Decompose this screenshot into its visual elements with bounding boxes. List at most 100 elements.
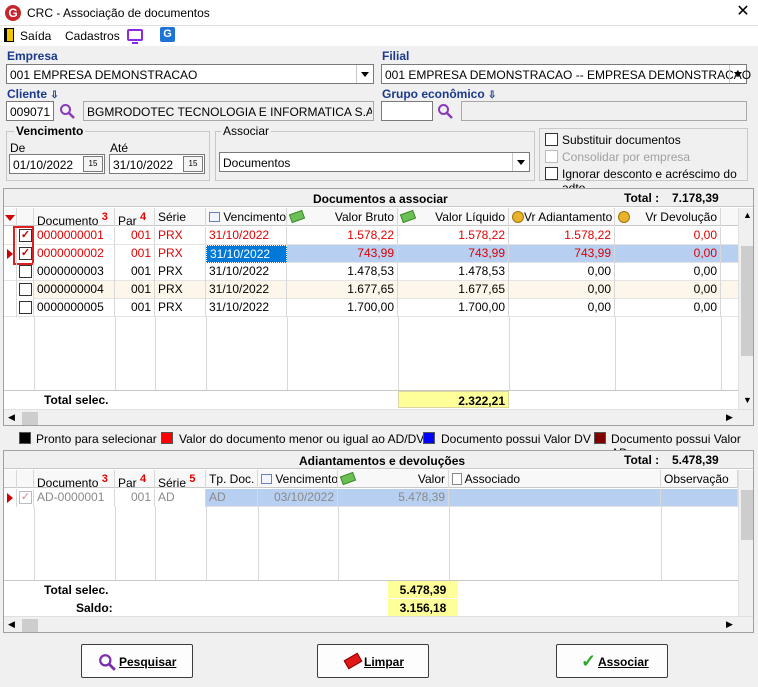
chevron-down-icon[interactable] (512, 153, 529, 171)
scroll-down-icon[interactable]: ▼ (743, 395, 752, 405)
select-cell (17, 263, 34, 281)
scroll-thumb[interactable] (741, 490, 753, 540)
sort-indicator: 3 (101, 473, 108, 485)
cell-par: 001 (115, 263, 155, 281)
cliente-code-input[interactable]: 009071 (6, 101, 54, 121)
documents-grid-footer: Total selec. 2.322,21 (4, 390, 738, 408)
col-vencimento[interactable]: Vencimento (258, 470, 338, 488)
advances-footer-saldo-label: Saldo: (76, 601, 113, 615)
col-serie[interactable]: Série 5 (155, 470, 206, 488)
search-icon[interactable] (437, 103, 453, 119)
advances-vscrollbar[interactable] (738, 470, 753, 616)
col-valor[interactable]: Valor (338, 470, 449, 488)
table-row[interactable]: 0000000004 001 PRX 31/10/2022 1.677,65 1… (4, 281, 738, 299)
col-tpdoc[interactable]: Tp. Doc. (206, 470, 258, 488)
cell-documento: 0000000004 (34, 281, 115, 299)
cliente-code-value: 009071 (10, 105, 51, 119)
consolidar-checkbox (545, 150, 558, 163)
cell-valor-bruto: 1.700,00 (287, 299, 398, 317)
col-documento[interactable]: Documento 3 (34, 208, 115, 226)
filial-combo[interactable]: 001 EMPRESA DEMONSTRACAO -- EMPRESA DEMO… (381, 64, 751, 84)
col-vencimento[interactable]: Vencimento (206, 208, 287, 226)
calendar-icon[interactable]: 15 (83, 156, 103, 172)
table-row[interactable]: ✓ 0000000001 001 PRX 31/10/2022 1.578,22… (4, 227, 738, 245)
search-icon[interactable] (59, 103, 75, 119)
advances-grid-header: Documento 3 Par 4 Série 5 Tp. Doc. Venci… (4, 470, 753, 488)
cell-valor-liquido: 1.478,53 (398, 263, 509, 281)
documents-vscrollbar[interactable]: ▲ ▼ (738, 208, 753, 409)
scroll-thumb[interactable] (741, 246, 753, 356)
coins-icon (512, 211, 524, 223)
empresa-combo[interactable]: 001 EMPRESA DEMONSTRACAO (6, 64, 374, 84)
clear-button-label: Limpar (364, 655, 405, 669)
row-checkbox[interactable]: ✓ (19, 491, 32, 504)
documents-hscrollbar[interactable]: ◀ ▶ (4, 409, 753, 425)
advances-hscrollbar[interactable]: ◀ ▶ (4, 616, 753, 632)
col-par[interactable]: Par 4 (115, 208, 155, 226)
grid-empty-area (4, 507, 738, 580)
scroll-left-icon[interactable]: ◀ (8, 412, 15, 423)
row-indicator (4, 299, 17, 317)
menu-registers[interactable]: Cadastros (65, 29, 120, 43)
cell-valor-bruto: 1.578,22 (287, 227, 398, 245)
col-associado[interactable]: Associado (449, 470, 661, 488)
chevron-down-icon[interactable] (729, 65, 746, 83)
associate-button[interactable]: ✓ Associar (556, 644, 668, 678)
filial-label: Filial (382, 49, 410, 63)
col-vr-adiantamento[interactable]: Vr Adiantamento (509, 208, 615, 226)
table-row-selected[interactable]: ✓ AD-0000001 001 AD AD 03/10/2022 5.478,… (4, 489, 738, 507)
scroll-left-icon[interactable]: ◀ (8, 619, 15, 630)
scroll-up-icon[interactable]: ▲ (743, 210, 752, 220)
advances-grid-footer: Total selec. 5.478,39 Saldo: 3.156,18 (4, 580, 738, 616)
exit-door-icon[interactable] (4, 28, 14, 42)
sort-indicator: 4 (140, 473, 147, 485)
cliente-label: Cliente ⇩ (7, 87, 59, 101)
scroll-thumb[interactable] (22, 619, 38, 632)
close-icon[interactable]: ✕ (733, 2, 753, 22)
money-icon (399, 209, 417, 224)
scroll-right-icon[interactable]: ▶ (726, 412, 733, 423)
col-documento[interactable]: Documento 3 (34, 470, 115, 488)
cell-vr-adiantamento: 1.578,22 (509, 227, 615, 245)
filter-arrow-icon[interactable] (5, 215, 15, 221)
monitor-icon[interactable] (127, 29, 143, 44)
cell-vr-devolucao: 0,00 (615, 299, 721, 317)
table-row[interactable]: 0000000005 001 PRX 31/10/2022 1.700,00 1… (4, 299, 738, 317)
col-vr-devolucao[interactable]: Vr Devolução (615, 208, 721, 226)
col-valor-liquido[interactable]: Valor Líquido (398, 208, 509, 226)
search-button[interactable]: Pesquisar (81, 644, 193, 678)
scroll-right-icon[interactable]: ▶ (726, 619, 733, 630)
cell-observacao (661, 489, 738, 507)
col-valor-bruto[interactable]: Valor Bruto (287, 208, 398, 226)
row-checkbox[interactable] (19, 283, 32, 296)
g-logo-icon[interactable]: G (160, 27, 175, 42)
cell-valor-liquido: 1.700,00 (398, 299, 509, 317)
calendar-icon[interactable]: 15 (183, 156, 203, 172)
associar-combo[interactable]: Documentos (219, 152, 530, 172)
cell-serie: AD (155, 489, 206, 507)
ignorar-checkbox[interactable] (545, 167, 558, 180)
clear-button[interactable]: Limpar (317, 644, 429, 678)
table-row-selected[interactable]: ✓ 0000000002 001 PRX 31/10/2022 743,99 7… (4, 245, 738, 263)
grupo-code-input[interactable] (381, 101, 433, 121)
col-observacao[interactable]: Observação (661, 470, 738, 488)
cell-serie: PRX (155, 299, 206, 317)
cell-vr-adiantamento: 0,00 (509, 263, 615, 281)
col-par[interactable]: Par 4 (115, 470, 155, 488)
chevron-down-icon[interactable] (356, 65, 373, 83)
cell-vencimento-focused[interactable]: 31/10/2022 (206, 245, 287, 263)
documents-total-value: 7.178,39 (672, 191, 719, 205)
cell-vr-adiantamento: 0,00 (509, 281, 615, 299)
menu-exit[interactable]: Saída (20, 29, 51, 43)
col-serie[interactable]: Série (155, 208, 206, 226)
row-checkbox[interactable] (19, 265, 32, 278)
money-icon (288, 209, 306, 224)
scroll-thumb[interactable] (22, 412, 38, 425)
table-row[interactable]: 0000000003 001 PRX 31/10/2022 1.478,53 1… (4, 263, 738, 281)
current-row-icon (7, 493, 13, 503)
date-to-label: Até (110, 141, 129, 155)
checkmark-icon: ✓ (581, 651, 597, 671)
substituir-checkbox[interactable] (545, 133, 558, 146)
row-checkbox[interactable] (19, 301, 32, 314)
search-button-label: Pesquisar (119, 655, 177, 669)
